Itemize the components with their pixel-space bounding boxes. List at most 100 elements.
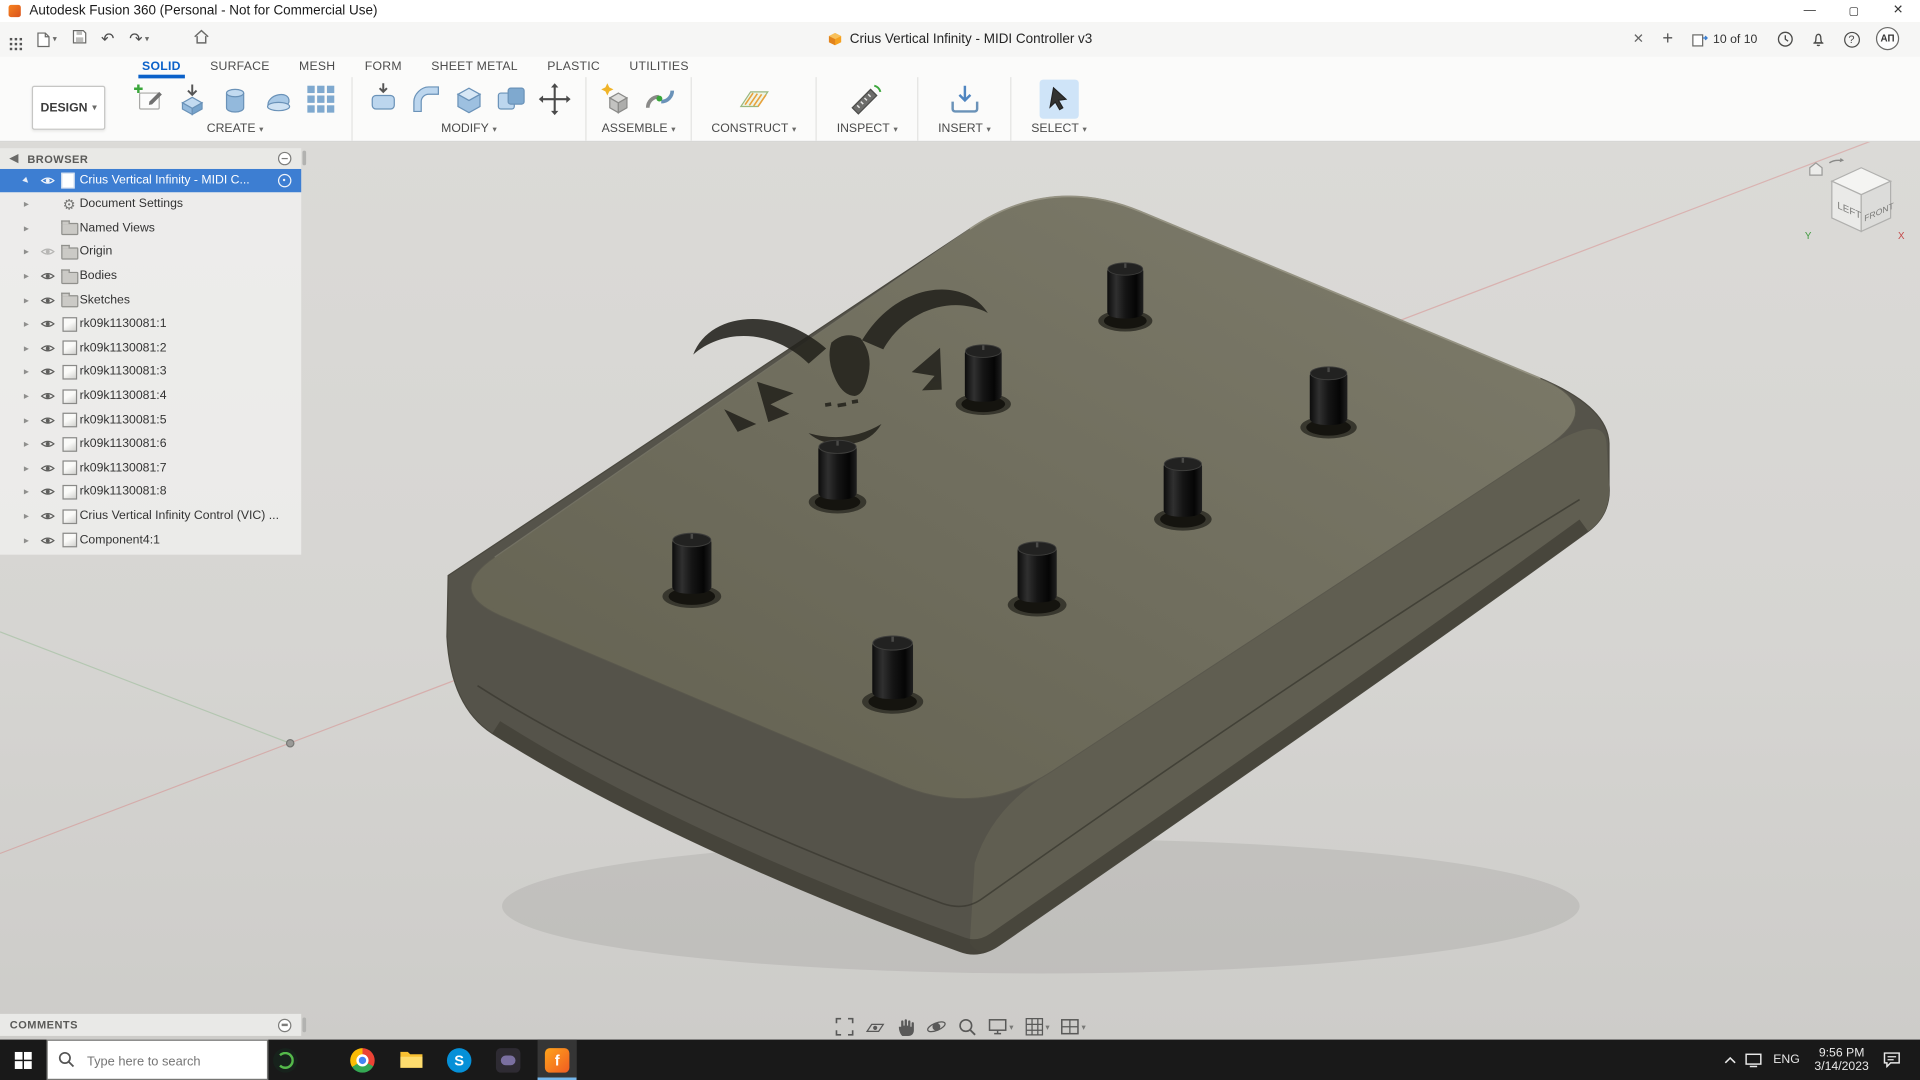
taskbar-clock[interactable]: 9:56 PM 3/14/2023 (1807, 1040, 1876, 1080)
ribbon-tab[interactable]: FORM (350, 56, 416, 77)
browser-item[interactable]: ▸ Component4:1 (0, 528, 301, 552)
visibility-eye-icon[interactable] (36, 511, 59, 522)
collapse-panel-icon[interactable]: ◀ (10, 152, 19, 165)
home-icon[interactable] (1809, 162, 1823, 176)
browser-item[interactable]: ▸ rk09k1130081:7 (0, 456, 301, 480)
file-explorer-icon[interactable] (392, 1040, 431, 1080)
minimize-panel-icon[interactable] (277, 151, 292, 166)
visibility-eye-icon[interactable] (36, 175, 59, 186)
expander-icon[interactable]: ▸ (17, 247, 35, 258)
expander-icon[interactable]: ▸ (17, 487, 35, 498)
home-icon[interactable] (193, 28, 209, 50)
visibility-eye-icon[interactable] (36, 367, 59, 378)
visibility-eye-icon[interactable] (36, 391, 59, 402)
browser-item[interactable]: ▸ Bodies (0, 264, 301, 288)
joint-icon[interactable] (640, 80, 679, 119)
display-settings-icon[interactable]: ▾ (987, 1016, 1014, 1037)
browser-item[interactable]: ▸ rk09k1130081:6 (0, 432, 301, 456)
close-tab-icon[interactable]: ✕ (1629, 22, 1649, 56)
inspect-menu[interactable]: INSPECT ▾ (837, 122, 898, 135)
loft-icon[interactable] (258, 80, 297, 119)
minimize-panel-icon[interactable] (277, 1018, 292, 1032)
move-icon[interactable] (535, 80, 574, 119)
fillet-icon[interactable] (407, 80, 446, 119)
insert-menu[interactable]: INSERT ▾ (938, 122, 991, 135)
clock-icon[interactable] (1774, 28, 1796, 50)
undo-icon[interactable]: ↶ (101, 29, 114, 49)
visibility-eye-icon[interactable] (36, 319, 59, 330)
ribbon-tab[interactable]: UTILITIES (615, 56, 704, 77)
minimize-button[interactable]: — (1788, 0, 1832, 22)
workspace-selector[interactable]: DESIGN ▾ (31, 85, 106, 130)
job-status[interactable]: 10 of 10 (1691, 22, 1757, 56)
ribbon-tab[interactable]: SHEET METAL (417, 56, 533, 77)
visibility-eye-icon[interactable] (36, 247, 59, 258)
ribbon-tab[interactable]: PLASTIC (533, 56, 615, 77)
expander-icon[interactable]: ▸ (17, 391, 35, 402)
expander-icon[interactable]: ▸ (17, 271, 35, 282)
taskbar-search[interactable] (46, 1039, 269, 1080)
expander-icon[interactable]: ▾ (17, 174, 35, 187)
browser-item[interactable]: ▸ Sketches (0, 288, 301, 312)
visibility-eye-icon[interactable] (36, 295, 59, 306)
ribbon-tab[interactable]: MESH (284, 56, 350, 77)
shell-icon[interactable] (449, 80, 488, 119)
expander-icon[interactable]: ▸ (17, 511, 35, 522)
expander-icon[interactable]: ▸ (17, 223, 35, 234)
dark-app-icon[interactable] (489, 1040, 528, 1080)
measure-icon[interactable] (848, 80, 887, 119)
comments-panel[interactable]: COMMENTS (0, 1013, 302, 1036)
browser-item[interactable]: ▸ rk09k1130081:5 (0, 408, 301, 432)
construction-plane-icon[interactable] (734, 80, 773, 119)
extrude-icon[interactable] (173, 80, 212, 119)
select-cursor-icon[interactable] (1039, 79, 1079, 119)
browser-item[interactable]: ▸ rk09k1130081:4 (0, 384, 301, 408)
start-button[interactable] (0, 1040, 47, 1080)
expander-icon[interactable]: ▸ (17, 367, 35, 378)
action-center-icon[interactable] (1878, 1040, 1905, 1080)
expander-icon[interactable]: ▸ (17, 463, 35, 474)
visibility-eye-icon[interactable] (36, 343, 59, 354)
pan-icon[interactable] (895, 1016, 916, 1037)
grid-settings-icon[interactable]: ▾ (1023, 1016, 1050, 1037)
expander-icon[interactable]: ▸ (17, 535, 35, 546)
create-sketch-icon[interactable] (130, 80, 169, 119)
expander-icon[interactable]: ▸ (17, 415, 35, 426)
browser-item[interactable]: ▸ Named Views (0, 216, 301, 240)
display-tray-icon[interactable] (1741, 1040, 1765, 1080)
browser-item[interactable]: ▸ Document Settings (0, 192, 301, 216)
visibility-eye-icon[interactable] (36, 415, 59, 426)
look-at-icon[interactable] (865, 1016, 886, 1037)
new-tab-icon[interactable]: + (1658, 22, 1678, 56)
orbit-arrow-icon[interactable] (1828, 159, 1841, 164)
expander-icon[interactable]: ▸ (17, 199, 35, 210)
ribbon-tab[interactable]: SOLID (127, 56, 195, 79)
panel-grip[interactable] (302, 150, 307, 166)
expander-icon[interactable]: ▸ (17, 439, 35, 450)
panel-grip[interactable] (302, 1017, 307, 1033)
tray-expand-chevron[interactable] (1722, 1040, 1739, 1080)
fit-icon[interactable] (834, 1016, 855, 1037)
notifications-bell-icon[interactable] (1807, 28, 1829, 50)
visibility-eye-icon[interactable] (36, 271, 59, 282)
new-component-icon[interactable] (598, 80, 637, 119)
visibility-eye-icon[interactable] (36, 487, 59, 498)
construct-menu[interactable]: CONSTRUCT ▾ (711, 122, 796, 135)
file-menu-icon[interactable]: ▾ (37, 31, 57, 47)
zoom-icon[interactable] (957, 1016, 978, 1037)
language-indicator[interactable]: ENG (1768, 1040, 1805, 1080)
combine-icon[interactable] (492, 80, 531, 119)
browser-item[interactable]: ▸ rk09k1130081:8 (0, 480, 301, 504)
insert-icon[interactable] (945, 80, 984, 119)
browser-item[interactable]: ▸ rk09k1130081:3 (0, 360, 301, 384)
assemble-menu[interactable]: ASSEMBLE ▾ (602, 122, 676, 135)
browser-item[interactable]: ▸ rk09k1130081:1 (0, 312, 301, 336)
visibility-eye-icon[interactable] (36, 535, 59, 546)
midi-controller-model[interactable] (446, 195, 1610, 955)
visibility-eye-icon[interactable] (36, 463, 59, 474)
help-icon[interactable]: ? (1840, 28, 1862, 50)
browser-item[interactable]: ▸ rk09k1130081:2 (0, 336, 301, 360)
modify-menu[interactable]: MODIFY ▾ (441, 122, 497, 135)
select-menu[interactable]: SELECT ▾ (1031, 122, 1087, 135)
browser-item[interactable]: ▸ Origin (0, 240, 301, 264)
